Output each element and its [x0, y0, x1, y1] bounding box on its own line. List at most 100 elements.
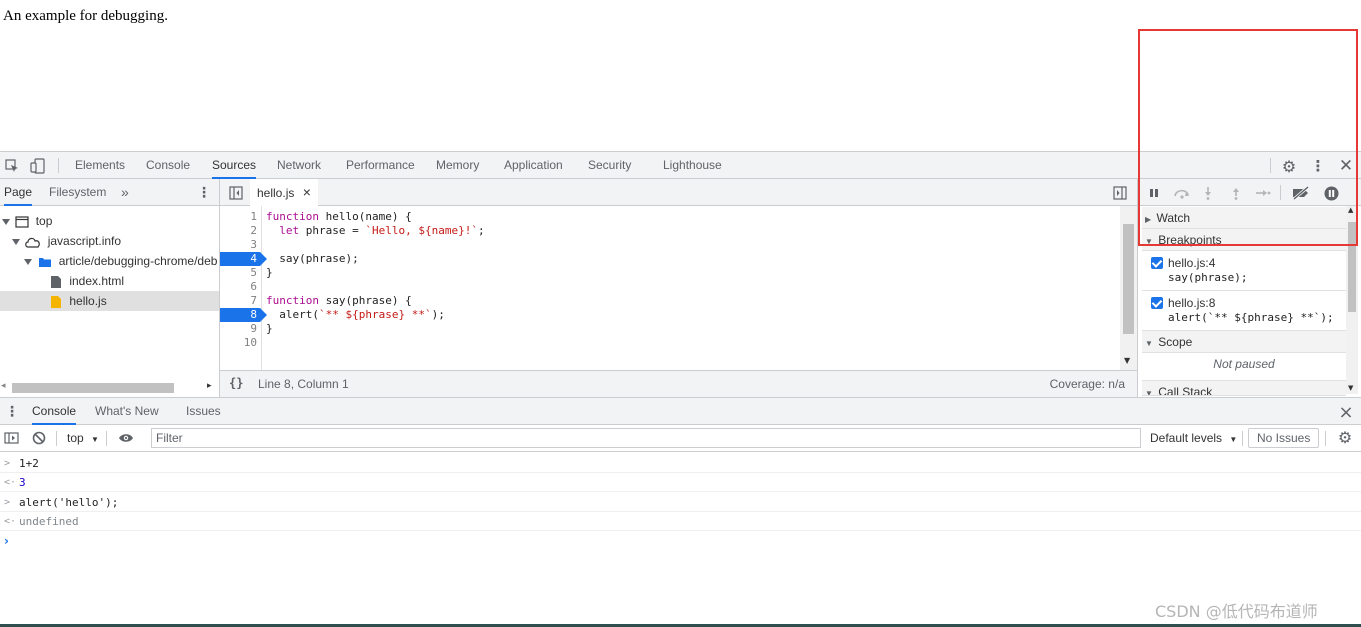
close-devtools-icon[interactable]: ✕	[1336, 156, 1356, 176]
call-stack-section-header[interactable]: ▼ Call Stack	[1142, 380, 1346, 396]
pretty-print-icon[interactable]: {}	[229, 376, 243, 390]
scope-section-header[interactable]: ▼ Scope	[1142, 331, 1346, 353]
console-input-line[interactable]: > alert('hello');	[0, 493, 1361, 512]
tab-page[interactable]: Page	[4, 179, 33, 206]
tab-drawer-console[interactable]: Console	[32, 398, 77, 425]
context-selector[interactable]: top ▼	[67, 431, 99, 445]
tab-network[interactable]: Network	[277, 152, 321, 179]
more-tabs-icon[interactable]: »	[121, 179, 129, 206]
scroll-up-icon[interactable]: ▲	[1348, 206, 1353, 214]
console-toolbar: top ▼ Default levels ▼ No Issues ⚙	[0, 425, 1361, 452]
breakpoints-section-header[interactable]: ▼ Breakpoints	[1142, 229, 1346, 251]
console-result-line[interactable]: <· undefined	[0, 512, 1361, 531]
expanded-triangle-icon: ▼	[1145, 389, 1153, 396]
console-input-text: 1+2	[19, 457, 39, 470]
watch-section-header[interactable]: ▶ Watch	[1142, 207, 1346, 229]
editor-vertical-scrollbar[interactable]: ▼	[1120, 206, 1137, 370]
code-line: let phrase = `Hello, ${name}!`;	[279, 224, 485, 237]
tab-lighthouse[interactable]: Lighthouse	[663, 152, 722, 179]
console-drawer: ⋮ Console What's New Issues × top ▼ Filt…	[0, 397, 1361, 627]
code-line: }	[266, 322, 273, 335]
scope-not-paused: Not paused	[1213, 357, 1275, 371]
step-over-icon[interactable]	[1172, 185, 1192, 201]
toggle-debugger-icon[interactable]	[1112, 185, 1128, 201]
tab-console[interactable]: Console	[146, 152, 190, 179]
step-out-icon[interactable]	[1228, 185, 1244, 201]
console-result-line[interactable]: <· 3	[0, 473, 1361, 492]
issues-button[interactable]: No Issues	[1248, 428, 1320, 448]
editor-tab-hello-js[interactable]: hello.js ×	[250, 179, 318, 206]
live-expression-eye-icon[interactable]	[116, 430, 136, 446]
step-icon[interactable]	[1254, 185, 1272, 201]
scrollbar-thumb[interactable]	[12, 383, 174, 393]
close-tab-icon[interactable]: ×	[303, 184, 311, 200]
show-sidebar-icon[interactable]	[2, 430, 20, 446]
tab-security[interactable]: Security	[588, 152, 631, 179]
close-drawer-icon[interactable]: ×	[1336, 402, 1356, 423]
file-navigator: Page Filesystem » ⋮ top javascript.info …	[0, 179, 220, 397]
watch-label: Watch	[1156, 211, 1191, 225]
scroll-down-icon[interactable]: ▼	[1348, 384, 1353, 392]
code-line: function hello(name) {	[266, 210, 412, 223]
scroll-left-icon[interactable]: ◂	[1, 381, 6, 391]
tab-whats-new[interactable]: What's New	[95, 398, 159, 425]
tab-elements[interactable]: Elements	[75, 152, 125, 179]
toggle-navigator-icon[interactable]	[228, 185, 244, 201]
console-filter-input[interactable]	[151, 428, 1141, 448]
device-toolbar-icon[interactable]	[29, 157, 47, 175]
page-content-text: An example for debugging.	[3, 8, 168, 24]
tree-item-label: hello.js	[69, 294, 107, 308]
settings-gear-icon[interactable]: ⚙	[1279, 156, 1299, 176]
cloud-icon	[25, 237, 41, 248]
scroll-down-icon[interactable]: ▼	[1124, 356, 1130, 365]
result-arrow-icon: <·	[4, 516, 17, 527]
tree-item-hello-js[interactable]: hello.js	[0, 291, 219, 311]
tab-memory[interactable]: Memory	[436, 152, 479, 179]
log-levels-dropdown[interactable]: Default levels ▼	[1150, 431, 1237, 445]
step-into-icon[interactable]	[1200, 185, 1216, 201]
navigator-menu-icon[interactable]: ⋮	[196, 183, 212, 203]
breakpoint-item[interactable]: hello.js:4 say(phrase);	[1142, 251, 1346, 291]
breakpoint-checkbox[interactable]	[1151, 257, 1163, 269]
drawer-menu-icon[interactable]: ⋮	[4, 402, 20, 422]
collapsed-triangle-icon: ▶	[1145, 215, 1152, 224]
frame-icon	[15, 216, 29, 228]
console-input-line[interactable]: > 1+2	[0, 454, 1361, 473]
pause-on-exceptions-icon[interactable]	[1322, 184, 1340, 202]
scope-label: Scope	[1158, 335, 1193, 349]
tree-item-folder[interactable]: article/debugging-chrome/deb	[0, 251, 219, 271]
scroll-right-icon[interactable]: ▸	[207, 381, 212, 391]
tab-filesystem[interactable]: Filesystem	[49, 179, 106, 206]
tree-item-top[interactable]: top	[0, 211, 219, 231]
scrollbar-thumb[interactable]	[1348, 222, 1356, 312]
breakpoint-code: alert(`** ${phrase} **`);	[1168, 311, 1334, 324]
tab-application[interactable]: Application	[504, 152, 563, 179]
editor-status-bar: {} Line 8, Column 1 Coverage: n/a	[220, 370, 1137, 397]
code-content[interactable]: function hello(name) { let phrase = `Hel…	[220, 206, 1120, 370]
code-line: }	[266, 266, 273, 279]
tree-item-index-html[interactable]: index.html	[0, 271, 219, 291]
code-line: function say(phrase) {	[266, 294, 412, 307]
tab-issues[interactable]: Issues	[186, 398, 221, 425]
code-line: alert(`** ${phrase} **`);	[266, 308, 445, 321]
clear-console-icon[interactable]	[30, 429, 48, 447]
breakpoint-item[interactable]: hello.js:8 alert(`** ${phrase} **`);	[1142, 291, 1346, 331]
console-prompt[interactable]: ›	[0, 531, 1361, 550]
deactivate-breakpoints-icon[interactable]	[1290, 184, 1312, 201]
debugger-vertical-scrollbar[interactable]: ▲ ▼	[1346, 206, 1358, 394]
tab-sources[interactable]: Sources	[212, 152, 257, 179]
breakpoint-location: hello.js:8	[1168, 296, 1216, 310]
coverage-status[interactable]: Coverage: n/a	[1050, 377, 1125, 391]
navigator-horizontal-scrollbar[interactable]: ◂ ▸	[0, 377, 219, 397]
breakpoint-checkbox[interactable]	[1151, 297, 1163, 309]
inspect-element-icon[interactable]	[3, 157, 21, 175]
tab-performance[interactable]: Performance	[346, 152, 415, 179]
context-selector-label: top	[67, 431, 84, 445]
tree-item-domain[interactable]: javascript.info	[0, 231, 219, 251]
pause-icon[interactable]	[1146, 185, 1162, 201]
more-options-icon[interactable]: ⋮	[1308, 156, 1328, 176]
console-settings-gear-icon[interactable]: ⚙	[1335, 428, 1355, 448]
log-levels-label: Default levels	[1150, 431, 1223, 445]
expand-triangle-icon	[2, 218, 10, 225]
scrollbar-thumb[interactable]	[1123, 224, 1134, 334]
